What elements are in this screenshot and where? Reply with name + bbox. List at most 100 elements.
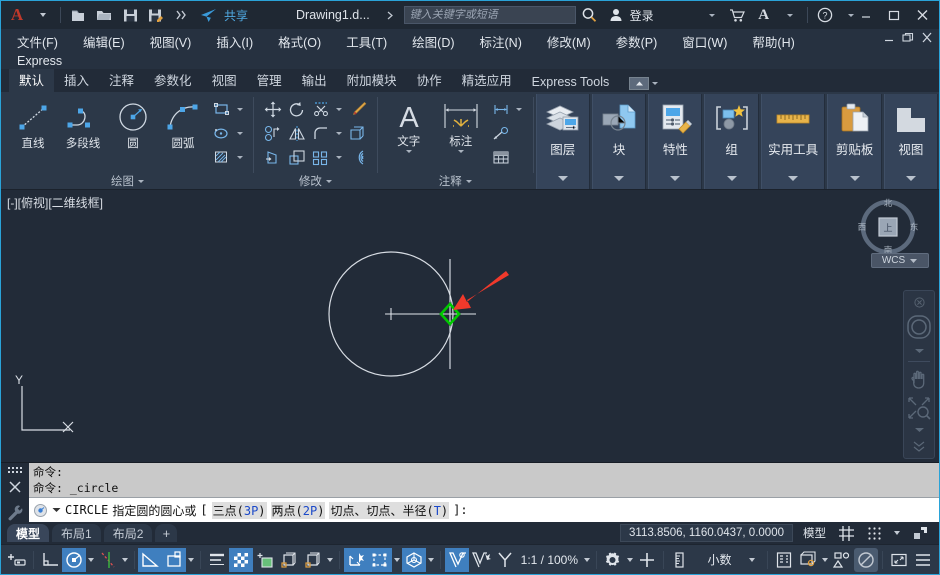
panel-properties[interactable]: 特性	[648, 94, 703, 189]
signin-label[interactable]: 登录	[630, 7, 654, 24]
app-menu-caret[interactable]	[31, 4, 55, 26]
ribbon-tab-output[interactable]: 输出	[292, 67, 337, 92]
block-expand-icon[interactable]	[613, 175, 625, 182]
panel-modify-expand-icon[interactable]	[325, 179, 332, 183]
menu-icon[interactable]	[911, 548, 935, 572]
ribbon-minimize-caret[interactable]	[652, 82, 659, 85]
new-icon[interactable]	[66, 4, 90, 26]
stretch-icon[interactable]	[261, 146, 285, 169]
annotation-scale-label[interactable]: 1:1 / 100%	[517, 553, 582, 567]
command-history[interactable]: 命令: 命令: _circle	[29, 463, 939, 497]
fillet-icon[interactable]	[309, 122, 333, 145]
array-icon[interactable]	[346, 122, 370, 145]
trim-dropdown-icon[interactable]	[333, 108, 346, 111]
menu-dimension[interactable]: 标注(N)	[478, 31, 524, 52]
clean-screen-icon[interactable]	[854, 547, 879, 572]
polar-tracking-icon[interactable]	[138, 547, 163, 572]
viewcube[interactable]: 上 北 南 西 东	[857, 196, 919, 258]
object-snap-tracking-dropdown-icon[interactable]	[120, 557, 130, 562]
linear-dim-dropdown-icon[interactable]	[513, 108, 526, 111]
menu-parameters[interactable]: 参数(P)	[614, 31, 660, 52]
draw-circle-button[interactable]: 圆	[109, 98, 157, 153]
dynamic-ucs-dropdown-icon[interactable]	[186, 557, 196, 562]
panel-annotation-expand-icon[interactable]	[465, 179, 472, 183]
add-layout-button[interactable]: +	[155, 524, 178, 542]
more-quick-access-icon[interactable]	[170, 4, 194, 26]
ribbon-tab-manage[interactable]: 管理	[247, 67, 292, 92]
share-label[interactable]: 共享	[224, 7, 248, 24]
ribbon-minimize-button[interactable]	[629, 77, 650, 90]
rectangle-dropdown-icon[interactable]	[233, 108, 246, 111]
draw-arc-button[interactable]: 圆弧	[159, 98, 207, 153]
menu-format[interactable]: 格式(O)	[276, 31, 323, 52]
utilities-expand-icon[interactable]	[787, 175, 799, 182]
group-expand-icon[interactable]	[726, 175, 738, 182]
rotate-icon[interactable]	[285, 98, 309, 121]
document-dropdown-icon[interactable]	[378, 4, 402, 26]
store-cart-icon[interactable]	[726, 4, 750, 26]
workspace-gear-icon[interactable]	[601, 548, 625, 572]
fillet-dropdown-icon[interactable]	[333, 132, 346, 135]
lineweight-icon[interactable]	[205, 548, 229, 572]
ortho-angle-icon[interactable]	[38, 548, 62, 572]
fullscreen-icon[interactable]	[887, 548, 911, 572]
ribbon-tab-featured-apps[interactable]: 精选应用	[452, 67, 522, 92]
space-toggle[interactable]: 模型	[797, 523, 832, 543]
menu-help[interactable]: 帮助(H)	[750, 31, 796, 52]
panel-utilities[interactable]: 实用工具	[760, 94, 826, 189]
menu-tools[interactable]: 工具(T)	[344, 31, 389, 52]
mdi-minimize-button[interactable]	[883, 33, 895, 43]
table-icon[interactable]	[489, 146, 513, 169]
maximize-button[interactable]	[881, 4, 907, 26]
zoom-dropdown-icon[interactable]	[905, 424, 933, 436]
ribbon-tab-addins[interactable]: 附加模块	[337, 67, 407, 92]
menu-view[interactable]: 视图(V)	[148, 31, 194, 52]
offset-icon[interactable]	[346, 146, 370, 169]
panel-layers[interactable]: 图层	[535, 94, 590, 189]
explode-dropdown-icon[interactable]	[333, 156, 346, 159]
workspace-dropdown-icon[interactable]	[625, 557, 635, 562]
erase-icon[interactable]	[346, 98, 370, 121]
explode-icon[interactable]	[309, 146, 333, 169]
layout-tab-layout2[interactable]: 布局2	[103, 524, 153, 542]
annotation-scale-dropdown-icon[interactable]	[582, 557, 592, 562]
command-input-row[interactable]: CIRCLE 指定圆的圆心或 [ 三点(3P) 两点(2P) 切点、切点、半径(…	[29, 497, 939, 522]
dynamic-ucs-icon[interactable]	[162, 547, 187, 572]
command-settings-wrench-icon[interactable]	[7, 504, 23, 522]
navbar-close-icon[interactable]	[905, 295, 933, 309]
units-icon[interactable]	[667, 548, 691, 572]
ribbon-tab-insert[interactable]: 插入	[54, 67, 99, 92]
clipboard-expand-icon[interactable]	[849, 175, 861, 182]
command-drag-handle[interactable]	[7, 466, 23, 476]
units-label[interactable]: 小数	[691, 551, 747, 568]
save-as-icon[interactable]	[144, 4, 168, 26]
properties-expand-icon[interactable]	[669, 175, 681, 182]
mdi-close-button[interactable]	[921, 32, 933, 43]
menu-insert[interactable]: 插入(I)	[214, 31, 255, 52]
dimension-button[interactable]: 标注	[435, 98, 487, 155]
pan-hand-icon[interactable]	[905, 366, 933, 392]
graphics-performance-icon[interactable]	[830, 548, 854, 572]
hardware-accel-icon[interactable]	[772, 548, 796, 572]
navigation-bar[interactable]	[903, 290, 935, 459]
ribbon-tab-home[interactable]: 默认	[9, 67, 55, 92]
command-history-dropdown-icon[interactable]	[52, 507, 61, 513]
panel-block[interactable]: 块	[591, 94, 647, 189]
scale-icon[interactable]	[285, 146, 309, 169]
menu-window[interactable]: 窗口(W)	[680, 31, 729, 52]
drawing-canvas[interactable]: [-][俯视][二维线框] Y 上 北 南 西 东 WCS	[1, 190, 939, 462]
autodesk-apps-icon[interactable]: A	[752, 4, 776, 26]
panel-clipboard[interactable]: 剪贴板	[827, 94, 882, 189]
gizmo-dropdown-icon[interactable]	[426, 557, 436, 562]
ribbon-tab-annotate[interactable]: 注释	[99, 67, 144, 92]
linear-dim-icon[interactable]	[489, 98, 513, 121]
view-expand-icon[interactable]	[905, 175, 917, 182]
object-snap-tracking-icon[interactable]	[96, 548, 120, 572]
add-hardware-icon[interactable]	[5, 548, 29, 572]
object-snap-icon[interactable]	[61, 547, 86, 572]
search-icon[interactable]	[578, 4, 602, 26]
ucs-icon-toggle[interactable]	[343, 547, 368, 572]
snap-dots-icon[interactable]	[861, 524, 888, 543]
app-menu-button[interactable]: A	[5, 4, 29, 26]
selection-cycling-icon[interactable]	[253, 548, 277, 572]
